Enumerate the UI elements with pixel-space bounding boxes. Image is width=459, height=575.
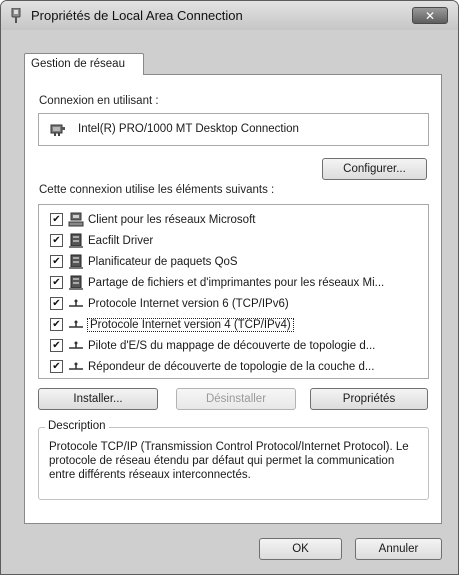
- protocol-icon: [68, 317, 84, 333]
- list-item[interactable]: ✔ Client pour les réseaux Microsoft: [39, 209, 428, 230]
- checkbox[interactable]: ✔: [50, 339, 63, 352]
- item-label: Pilote d'E/S du mappage de découverte de…: [88, 339, 376, 352]
- configure-button[interactable]: Configurer...: [322, 158, 427, 180]
- network-service-icon: [68, 233, 84, 249]
- description-legend: Description: [45, 420, 109, 432]
- install-button[interactable]: Installer...: [38, 388, 158, 410]
- window-title: Propriétés de Local Area Connection: [31, 8, 243, 23]
- checkbox[interactable]: ✔: [50, 297, 63, 310]
- list-item[interactable]: ✔ Partage de fichiers et d'imprimantes p…: [39, 272, 428, 293]
- connect-using-label: Connexion en utilisant :: [39, 95, 159, 107]
- properties-button-label: Propriétés: [342, 393, 396, 405]
- protocol-icon: [68, 338, 84, 354]
- network-card-icon: [50, 122, 66, 138]
- network-service-icon: [68, 275, 84, 291]
- checkbox[interactable]: ✔: [50, 213, 63, 226]
- protocol-icon: [68, 296, 84, 312]
- properties-button[interactable]: Propriétés: [310, 388, 428, 410]
- checkbox[interactable]: ✔: [50, 234, 63, 247]
- network-adapter-icon: [10, 7, 22, 23]
- checkbox[interactable]: ✔: [50, 318, 63, 331]
- close-button[interactable]: ✕: [412, 7, 448, 24]
- ok-button-label: OK: [292, 543, 309, 555]
- network-service-icon: [68, 254, 84, 270]
- cancel-button[interactable]: Annuler: [355, 538, 442, 560]
- items-label: Cette connexion utilise les éléments sui…: [39, 184, 275, 196]
- item-label: Répondeur de découverte de topologie de …: [88, 360, 375, 373]
- list-item[interactable]: ✔ Eacfilt Driver: [39, 230, 428, 251]
- list-item[interactable]: ✔ Protocole Internet version 4 (TCP/IPv4…: [39, 314, 428, 335]
- properties-dialog: Propriétés de Local Area Connection ✕ Ge…: [0, 0, 459, 575]
- adapter-field: Intel(R) PRO/1000 MT Desktop Connection: [38, 113, 429, 146]
- item-label: Partage de fichiers et d'imprimantes pou…: [88, 276, 385, 289]
- item-label: Protocole Internet version 6 (TCP/IPv6): [88, 297, 289, 310]
- description-text: Protocole TCP/IP (Transmission Control P…: [49, 441, 409, 481]
- item-label: Planificateur de paquets QoS: [88, 255, 238, 268]
- components-list[interactable]: ✔ Client pour les réseaux Microsoft ✔ Ea…: [38, 204, 429, 379]
- network-client-icon: [68, 212, 84, 228]
- list-item[interactable]: ✔ Protocole Internet version 6 (TCP/IPv6…: [39, 293, 428, 314]
- list-item[interactable]: ✔ Répondeur de découverte de topologie d…: [39, 356, 428, 377]
- adapter-name: Intel(R) PRO/1000 MT Desktop Connection: [78, 123, 299, 135]
- list-item[interactable]: ✔ Planificateur de paquets QoS: [39, 251, 428, 272]
- tab-networking[interactable]: Gestion de réseau: [24, 53, 144, 75]
- checkbox[interactable]: ✔: [50, 360, 63, 373]
- ok-button[interactable]: OK: [259, 538, 342, 560]
- item-label: Protocole Internet version 4 (TCP/IPv4): [87, 317, 294, 332]
- checkbox[interactable]: ✔: [50, 255, 63, 268]
- title-bar[interactable]: Propriétés de Local Area Connection ✕: [1, 1, 458, 30]
- configure-button-label: Configurer...: [343, 163, 406, 175]
- uninstall-button-label: Désinstaller: [205, 393, 267, 405]
- list-item[interactable]: ✔ Pilote d'E/S du mappage de découverte …: [39, 335, 428, 356]
- protocol-icon: [68, 359, 84, 375]
- cancel-button-label: Annuler: [378, 543, 419, 555]
- checkbox[interactable]: ✔: [50, 276, 63, 289]
- close-icon: ✕: [424, 8, 436, 23]
- item-label: Eacfilt Driver: [88, 234, 154, 247]
- install-button-label: Installer...: [73, 393, 123, 405]
- uninstall-button[interactable]: Désinstaller: [176, 388, 296, 410]
- item-label: Client pour les réseaux Microsoft: [88, 213, 256, 226]
